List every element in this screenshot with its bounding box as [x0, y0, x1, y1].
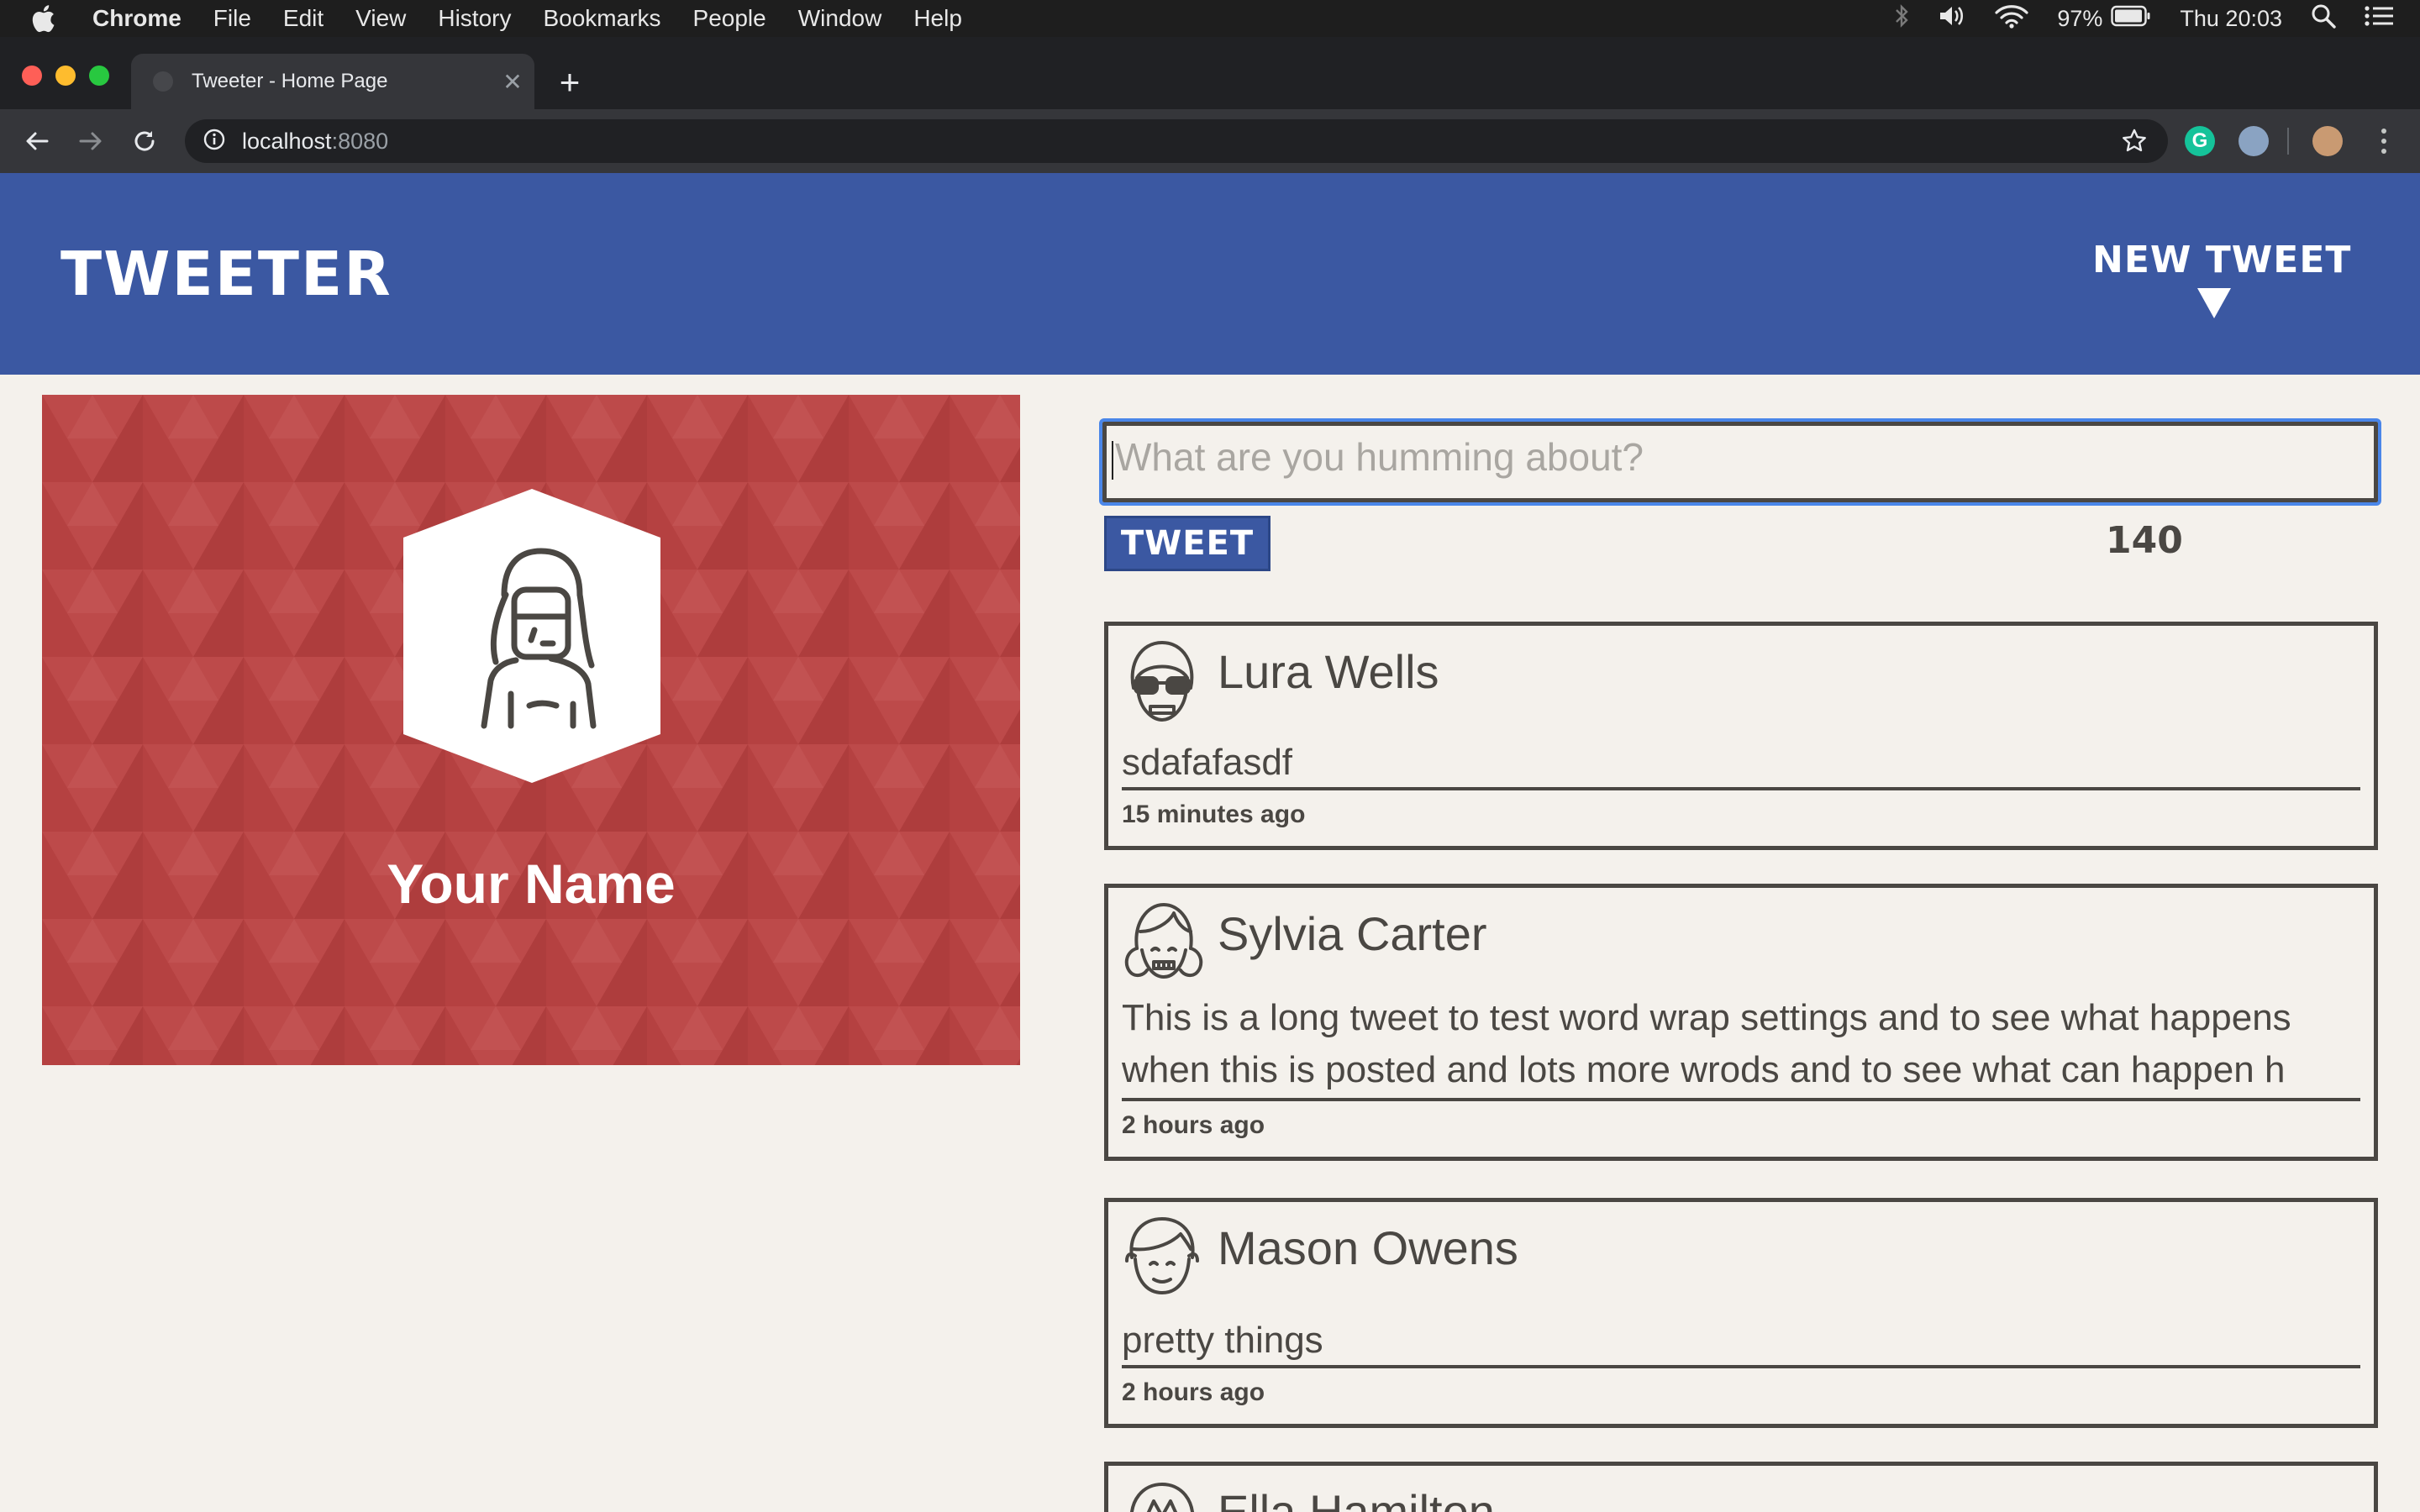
url-port: :8080 [331, 128, 389, 154]
notification-center-icon[interactable] [2365, 5, 2395, 33]
window-minimize-button[interactable] [55, 66, 76, 86]
tweet-article: Sylvia Carter This is a long tweet to te… [1104, 884, 2378, 1161]
tweet-article: Ella Hamilton [1104, 1462, 2378, 1512]
tweet-timestamp: 2 hours ago [1122, 1378, 1265, 1406]
bookmark-star-icon[interactable] [2118, 124, 2151, 158]
address-bar[interactable]: localhost:8080 [185, 119, 2168, 163]
profile-avatar[interactable] [2312, 126, 2343, 156]
tweet-author-name[interactable]: Lura Wells [1218, 644, 1439, 699]
tab-title: Tweeter - Home Page [192, 70, 388, 92]
tab-close-icon[interactable]: ✕ [496, 68, 529, 96]
site-info-icon[interactable] [203, 129, 225, 155]
new-tab-button[interactable]: + [551, 62, 588, 102]
down-arrow-icon [2197, 288, 2231, 318]
extension-icon[interactable] [2238, 126, 2269, 156]
tweet-article: Lura Wells sdafafasdf 15 minutes ago [1104, 622, 2378, 850]
wifi-icon[interactable] [1995, 3, 2028, 34]
menu-window[interactable]: Window [798, 5, 882, 32]
menubar-clock[interactable]: Thu 20:03 [2180, 6, 2282, 32]
tweet-timestamp: 15 minutes ago [1122, 801, 1306, 828]
menu-help[interactable]: Help [913, 5, 962, 32]
menu-edit[interactable]: Edit [283, 5, 324, 32]
forward-arrow-icon[interactable] [74, 124, 108, 158]
tweet-submit-button[interactable]: TWEET [1104, 516, 1270, 571]
avatar-face-icon [481, 548, 597, 729]
tweet-body: sdafafasdf [1122, 742, 1293, 783]
menu-bookmarks[interactable]: Bookmarks [543, 5, 660, 32]
toolbar-divider [2287, 128, 2289, 155]
tweet-body: pretty things [1122, 1320, 1323, 1361]
tweet-author-name[interactable]: Mason Owens [1218, 1221, 1518, 1275]
tweet-article: Mason Owens pretty things 2 hours ago [1104, 1198, 2378, 1428]
battery-percent: 97% [2057, 5, 2103, 31]
tweet-body-line: This is a long tweet to test word wrap s… [1122, 997, 2291, 1038]
menu-file[interactable]: File [213, 5, 251, 32]
profile-name: Your Name [387, 853, 676, 915]
back-arrow-icon[interactable] [20, 124, 54, 158]
tweet-divider [1122, 1098, 2360, 1101]
web-page: TWEETER NEW TWEET Your Name What are you… [0, 173, 2420, 1512]
profile-card: Your Name [42, 395, 1020, 1065]
tweet-timestamp: 2 hours ago [1122, 1111, 1265, 1139]
menu-history[interactable]: History [438, 5, 511, 32]
grammarly-extension-icon[interactable]: G [2185, 126, 2215, 156]
character-counter: 140 [2106, 519, 2183, 562]
window-close-button[interactable] [22, 66, 42, 86]
tweet-textarea[interactable]: What are you humming about? [1099, 418, 2381, 506]
spotlight-search-icon[interactable] [2311, 3, 2336, 34]
browser-tab-active[interactable]: Tweeter - Home Page ✕ [131, 54, 534, 109]
menu-view[interactable]: View [355, 5, 406, 32]
avatar-partial-icon [1130, 1483, 1194, 1512]
reload-icon[interactable] [128, 124, 161, 158]
avatar-boy-icon [1125, 1217, 1199, 1294]
menu-app-chrome[interactable]: Chrome [92, 5, 182, 32]
bluetooth-icon[interactable] [1894, 3, 1909, 34]
browser-menu-icon[interactable] [2371, 124, 2396, 158]
volume-icon[interactable] [1938, 3, 1966, 34]
window-zoom-button[interactable] [89, 66, 109, 86]
apple-icon[interactable] [30, 4, 64, 33]
battery-icon[interactable] [2111, 5, 2151, 33]
avatar-pigtails-icon [1124, 903, 1203, 979]
tweet-body-line: when this is posted and lots more wrods … [1122, 1049, 2286, 1090]
url-host: localhost [242, 128, 332, 154]
new-tweet-toggle[interactable]: NEW TWEET [2092, 239, 2352, 318]
tweet-divider [1122, 1365, 2360, 1368]
menu-people[interactable]: People [693, 5, 766, 32]
macos-menubar: Chrome File Edit View History Bookmarks … [0, 0, 2420, 37]
tweet-placeholder: What are you humming about? [1115, 435, 1644, 479]
new-tweet-label: NEW TWEET [2092, 239, 2352, 281]
tweet-author-name[interactable]: Sylvia Carter [1218, 906, 1487, 961]
tweet-author-name[interactable]: Ella Hamilton [1218, 1484, 1495, 1512]
tab-favicon-icon [153, 71, 173, 92]
tweet-divider [1122, 787, 2360, 790]
site-header: TWEETER NEW TWEET [0, 173, 2420, 375]
site-logo[interactable]: TWEETER [60, 239, 392, 309]
avatar-sunglasses-icon [1130, 641, 1194, 722]
